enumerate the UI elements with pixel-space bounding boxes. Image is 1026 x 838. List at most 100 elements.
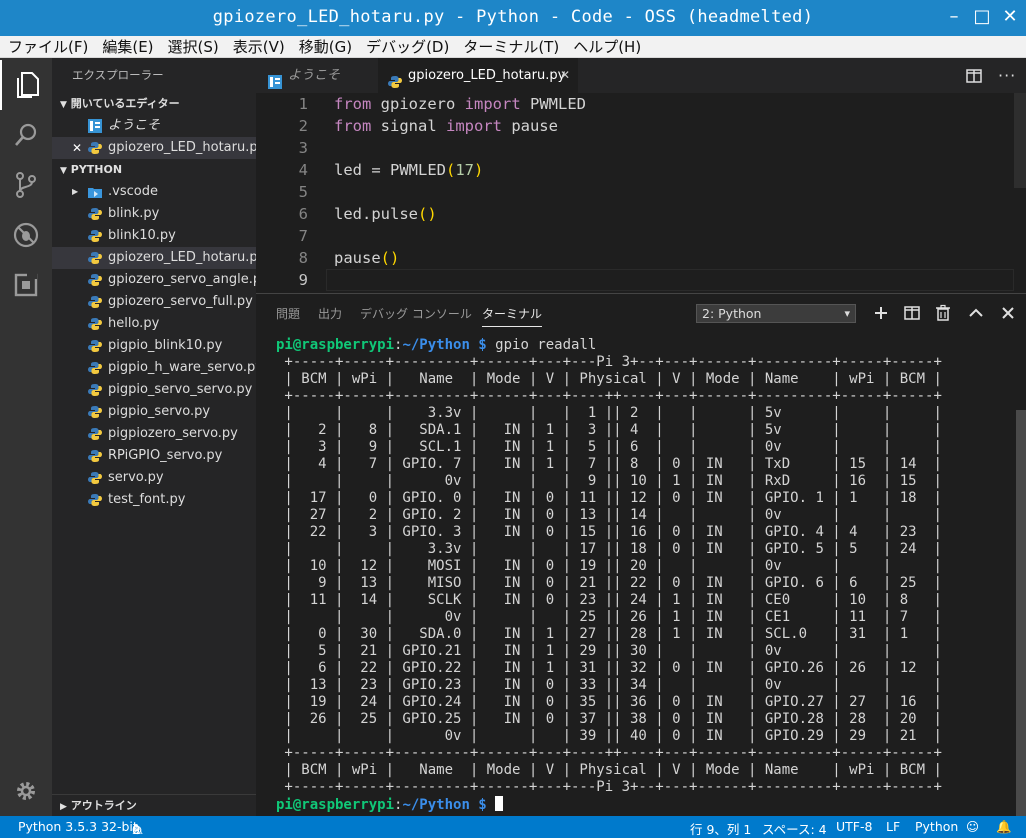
file-item[interactable]: ▶ .vscode	[52, 181, 256, 203]
vscode-folder-icon	[88, 185, 102, 199]
open-editor-hotaru[interactable]: ✕ gpiozero_LED_hotaru.py	[52, 137, 265, 159]
open-editor-label: ようこそ	[108, 118, 161, 133]
python-file-icon	[88, 427, 102, 441]
indentation[interactable]: スペース: 4	[762, 819, 827, 838]
file-item[interactable]: pigpio_blink10.py	[52, 335, 256, 357]
line-number: 6	[298, 205, 308, 223]
terminal-line: | 3 | 9 | SCL.1 | IN | 1 | 5 || 6 | | | …	[276, 439, 942, 455]
file-label: pigpio_servo.py	[108, 404, 211, 419]
debug-icon[interactable]	[0, 210, 52, 260]
terminal-select[interactable]: 2: Python ▾	[696, 304, 856, 323]
file-item[interactable]: pigpio_servo.py	[52, 401, 256, 423]
add-terminal-icon[interactable]	[872, 304, 890, 322]
menu-terminal[interactable]: ターミナル(T)	[455, 36, 565, 58]
file-label: RPiGPIO_servo.py	[108, 448, 223, 463]
terminal-cursor	[495, 796, 504, 811]
open-editors-header[interactable]: ▼ 開いているエディター	[52, 93, 256, 115]
encoding[interactable]: UTF-8	[836, 819, 872, 834]
menu-debug[interactable]: デバッグ(D)	[358, 36, 455, 58]
terminal-line: +-----+-----+---------+------+---+----++…	[276, 745, 942, 761]
code-token: pause	[334, 249, 381, 267]
file-item[interactable]: pigpio_servo_servo.py	[52, 379, 256, 401]
terminal-line: | 22 | 3 | GPIO. 3 | IN | 0 | 15 || 16 |…	[276, 524, 942, 540]
terminal-prompt-line: pi@raspberrypi:~/Python $	[276, 796, 504, 813]
files-icon[interactable]	[0, 60, 52, 110]
menu-go[interactable]: 移動(G)	[291, 36, 358, 58]
tab-terminal[interactable]: ターミナル	[482, 305, 543, 327]
file-item[interactable]: gpiozero_LED_hotaru.py	[52, 247, 265, 269]
python-interpreter[interactable]: Python 3.5.3 32-bit	[18, 819, 138, 834]
editor-scrollbar[interactable]	[1014, 93, 1026, 188]
tab-welcome[interactable]: ようこそ	[256, 58, 378, 93]
explorer-sidebar: エクスプローラー ▼ 開いているエディター ようこそ ✕ gpiozero_LE…	[52, 58, 269, 816]
menu-selection[interactable]: 選択(S)	[160, 36, 225, 58]
menu-edit[interactable]: 編集(E)	[94, 36, 159, 58]
open-editor-label: gpiozero_LED_hotaru.py	[108, 140, 266, 155]
menu-file[interactable]: ファイル(F)	[0, 36, 94, 58]
split-terminal-icon[interactable]	[903, 304, 921, 322]
folder-header-python[interactable]: ▼ PYTHON	[52, 159, 256, 181]
warning-count: 0	[132, 822, 140, 837]
terminal-scrollbar[interactable]	[1016, 410, 1026, 816]
settings-gear-icon[interactable]	[0, 766, 52, 816]
explorer-title: エクスプローラー	[72, 68, 164, 82]
chevron-down-icon: ▼	[60, 100, 67, 110]
file-item[interactable]: gpiozero_servo_angle.py	[52, 269, 269, 291]
more-actions-icon[interactable]: ···	[998, 66, 1016, 85]
notifications-icon[interactable]: 🔔	[996, 819, 1012, 835]
code-line: from signal import pause	[334, 117, 558, 135]
file-item[interactable]: gpiozero_servo_full.py	[52, 291, 256, 313]
tab-output[interactable]: 出力	[318, 305, 342, 322]
outline-section[interactable]: ▶ アウトライン	[52, 794, 256, 816]
file-item[interactable]: RPiGPIO_servo.py	[52, 445, 256, 467]
line-ending[interactable]: LF	[886, 819, 900, 834]
maximize-button[interactable]: □	[970, 5, 994, 29]
close-panel-icon[interactable]	[999, 304, 1017, 322]
file-item[interactable]: pigpiozero_servo.py	[52, 423, 256, 445]
close-window-button[interactable]: ✕	[998, 5, 1022, 29]
panel-header: 問題 出力 デバッグ コンソール ターミナル 2: Python ▾	[256, 294, 1026, 330]
terminal-command: gpio readall	[486, 337, 597, 353]
maximize-panel-icon[interactable]	[967, 304, 985, 322]
prompt-user: pi@raspberrypi	[276, 797, 395, 813]
tab-problems[interactable]: 問題	[276, 305, 300, 322]
terminal-line: | 10 | 12 | MOSI | IN | 0 | 19 || 20 | |…	[276, 558, 942, 574]
code-editor[interactable]: 1 from gpiozero import PWMLED 2 from signal…	[256, 93, 1026, 293]
search-icon[interactable]	[0, 110, 52, 160]
file-label: hello.py	[108, 316, 160, 331]
code-line: pause()	[334, 249, 399, 267]
file-item[interactable]: test_font.py	[52, 489, 256, 511]
menu-bar: ファイル(F) 編集(E) 選択(S) 表示(V) 移動(G) デバッグ(D) ターミナル(…	[0, 36, 1026, 58]
file-item[interactable]: pigpio_h_ware_servo.py	[52, 357, 263, 379]
line-number: 8	[298, 249, 308, 267]
chevron-down-icon: ▼	[60, 166, 67, 176]
tab-debug-console[interactable]: デバッグ コンソール	[360, 305, 472, 322]
tab-gpiozero-led-hotaru[interactable]: gpiozero_LED_hotaru.py ✕	[378, 58, 578, 93]
feedback-icon[interactable]: ☺	[966, 819, 979, 834]
minimize-button[interactable]: –	[942, 5, 966, 29]
terminal-line: | 27 | 2 | GPIO. 2 | IN | 0 | 13 || 14 |…	[276, 507, 942, 523]
close-editor-icon[interactable]: ✕	[72, 137, 82, 159]
extensions-icon[interactable]	[0, 260, 52, 310]
cursor-position[interactable]: 行 9、列 1	[690, 819, 751, 838]
trash-icon[interactable]	[934, 304, 952, 322]
split-editor-icon[interactable]	[966, 68, 982, 88]
file-item[interactable]: servo.py	[52, 467, 256, 489]
tab-close-icon[interactable]: ✕	[560, 58, 570, 93]
code-token: PWMLED	[520, 95, 586, 113]
source-control-icon[interactable]	[0, 160, 52, 210]
line-number: 2	[298, 117, 308, 135]
open-editor-welcome[interactable]: ようこそ	[52, 115, 256, 137]
terminal-line: | | | 3.3v | | | 1 || 2 | | | 5v | | |	[276, 405, 942, 421]
menu-view[interactable]: 表示(V)	[225, 36, 291, 58]
python-file-icon	[88, 361, 102, 375]
menu-help[interactable]: ヘルプ(H)	[565, 36, 647, 58]
line-number: 9	[298, 271, 308, 289]
file-item[interactable]: hello.py	[52, 313, 256, 335]
terminal-output[interactable]: pi@raspberrypi:~/Python $ gpio readall +…	[256, 330, 1014, 816]
chevron-down-icon: ▾	[844, 307, 850, 320]
file-item[interactable]: blink.py	[52, 203, 256, 225]
language-mode[interactable]: Python	[915, 819, 958, 834]
file-item[interactable]: blink10.py	[52, 225, 256, 247]
file-label: pigpio_servo_servo.py	[108, 382, 253, 397]
